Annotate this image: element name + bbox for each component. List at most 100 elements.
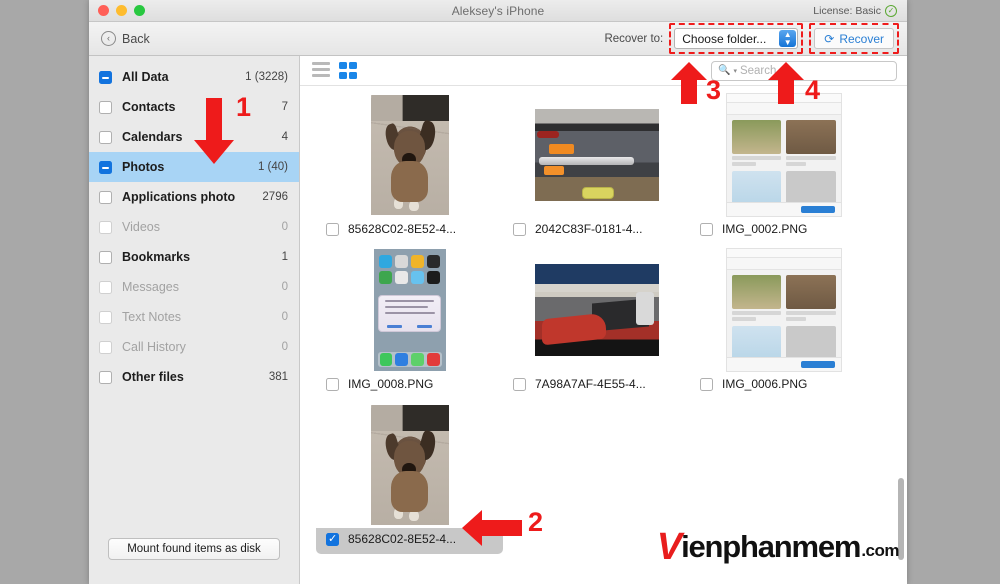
thumbnail-iphone-homescreen	[373, 249, 446, 371]
sidebar-item-count: 1 (40)	[257, 161, 288, 173]
file-thumbnail[interactable]	[316, 247, 503, 373]
watermark-name: ienphanmem	[681, 529, 861, 564]
sidebar-item-count: 0	[281, 341, 288, 353]
sidebar-item-other-files[interactable]: Other files 381	[89, 362, 299, 392]
sidebar-item-checkbox[interactable]	[99, 220, 112, 234]
recover-button[interactable]: ⟳ Recover	[814, 28, 894, 49]
content-pane: 🔍 ▾ 85628C02-8E52-4...2042C83F-0181-4...…	[300, 56, 907, 584]
sidebar-item-label: Text Notes	[122, 310, 182, 324]
sidebar-item-bookmarks[interactable]: Bookmarks 1	[89, 242, 299, 272]
chevron-left-circle-icon: ‹	[101, 31, 116, 46]
file-cell[interactable]: IMG_0006.PNG	[690, 247, 877, 397]
sidebar-item-label: All Data	[122, 70, 169, 84]
chevron-down-icon: ▾	[733, 67, 737, 75]
sidebar-item-checkbox[interactable]	[99, 190, 112, 204]
license-status[interactable]: License: Basic ✓	[813, 4, 897, 17]
sidebar-item-checkbox[interactable]	[99, 280, 112, 294]
sidebar-item-checkbox[interactable]	[99, 250, 112, 264]
sidebar-item-checkbox[interactable]	[99, 370, 112, 384]
back-button-label: Back	[122, 31, 150, 46]
sidebar-item-all-data[interactable]: All Data 1 (3228)	[89, 62, 299, 92]
sidebar-item-call-history[interactable]: Call History 0	[89, 332, 299, 362]
file-checkbox[interactable]	[513, 222, 526, 236]
file-grid-scroll: 85628C02-8E52-4... 2042C83F-0181-4... IMG_…	[300, 86, 907, 584]
sidebar-item-label: Call History	[122, 340, 186, 354]
recover-to-label: Recover to:	[604, 32, 664, 45]
file-checkbox[interactable]	[700, 222, 713, 236]
sidebar-item-checkbox[interactable]	[99, 130, 112, 144]
title-bar: Aleksey's iPhone License: Basic ✓	[89, 0, 907, 22]
file-cell[interactable]: IMG_0008.PNG	[316, 247, 503, 397]
file-caption: IMG_0006.PNG	[690, 373, 877, 397]
file-checkbox[interactable]	[326, 532, 339, 546]
sidebar-item-label: Videos	[122, 220, 160, 234]
file-thumbnail[interactable]	[690, 247, 877, 373]
sidebar-item-checkbox[interactable]	[99, 310, 112, 324]
refresh-icon: ⟳	[824, 31, 835, 46]
sidebar-item-videos[interactable]: Videos 0	[89, 212, 299, 242]
sidebar-item-applications-photo[interactable]: Applications photo 2796	[89, 182, 299, 212]
app-toolbar: ‹ Back Recover to: Choose folder... ▲ ▼ ⟳…	[89, 22, 907, 56]
choose-folder-dropdown[interactable]: Choose folder... ▲ ▼	[674, 28, 799, 49]
watermark: V ienphanmem .com	[656, 526, 900, 568]
sidebar-item-messages[interactable]: Messages 0	[89, 272, 299, 302]
file-cell[interactable]: 85628C02-8E52-4...	[316, 92, 503, 242]
back-button[interactable]: ‹ Back	[101, 31, 150, 46]
annotation-arrow-3	[671, 62, 707, 104]
file-caption: 85628C02-8E52-4...	[316, 218, 503, 242]
file-name: 85628C02-8E52-4...	[348, 222, 457, 236]
thumbnail-dog-photo	[370, 95, 449, 215]
check-circle-icon: ✓	[885, 4, 897, 17]
recover-button-label: Recover	[839, 31, 884, 46]
recover-button-highlight: ⟳ Recover	[809, 23, 899, 54]
sidebar-item-label: Other files	[122, 370, 184, 384]
file-checkbox[interactable]	[326, 377, 339, 391]
thumbnail-dog-photo	[370, 405, 449, 525]
file-thumbnail[interactable]	[503, 247, 690, 373]
sidebar-item-checkbox[interactable]	[99, 70, 112, 84]
file-checkbox[interactable]	[700, 377, 713, 391]
sidebar-item-count: 4	[281, 131, 288, 143]
sidebar-item-checkbox[interactable]	[99, 340, 112, 354]
sidebar-item-count: 2796	[262, 191, 288, 203]
sidebar-item-count: 1	[281, 251, 288, 263]
screen-root: Aleksey's iPhone License: Basic ✓ ‹ Back…	[0, 0, 1000, 584]
mount-button-area: Mount found items as disk	[89, 538, 299, 584]
annotation-number-2: 2	[528, 507, 544, 537]
file-caption: 7A98A7AF-4E55-4...	[503, 373, 690, 397]
file-cell[interactable]: 2042C83F-0181-4...	[503, 92, 690, 242]
file-name: IMG_0006.PNG	[722, 377, 808, 391]
file-checkbox[interactable]	[513, 377, 526, 391]
file-grid: 85628C02-8E52-4... 2042C83F-0181-4... IMG_…	[300, 92, 907, 559]
list-view-icon[interactable]	[312, 62, 330, 77]
file-thumbnail[interactable]	[690, 92, 877, 218]
file-name: 2042C83F-0181-4...	[535, 222, 643, 236]
file-thumbnail[interactable]	[316, 92, 503, 218]
sidebar-item-checkbox[interactable]	[99, 100, 112, 114]
choose-folder-highlight: Choose folder... ▲ ▼	[669, 23, 804, 54]
sidebar-item-checkbox[interactable]	[99, 160, 112, 174]
file-name: IMG_0008.PNG	[348, 377, 434, 391]
annotation-arrow-4	[768, 62, 804, 104]
annotation-number-4: 4	[805, 75, 821, 105]
sidebar-item-count: 7	[281, 101, 288, 113]
file-checkbox[interactable]	[326, 222, 339, 236]
sidebar-item-count: 381	[268, 371, 288, 383]
annotation-number-1: 1	[236, 92, 252, 122]
sidebar-item-label: Applications photo	[122, 190, 236, 204]
sidebar-item-label: Bookmarks	[122, 250, 191, 264]
annotation-number-3: 3	[706, 75, 722, 105]
annotation-arrow-1	[194, 98, 234, 164]
thumbnail-desk-photo	[534, 109, 659, 201]
sidebar-item-text-notes[interactable]: Text Notes 0	[89, 302, 299, 332]
sidebar-item-count: 0	[281, 311, 288, 323]
file-thumbnail[interactable]	[503, 92, 690, 218]
watermark-logo: V	[656, 526, 682, 568]
watermark-tld: .com	[861, 541, 899, 560]
mount-found-items-button[interactable]: Mount found items as disk	[108, 538, 280, 560]
grid-view-icon[interactable]	[339, 62, 357, 79]
file-cell[interactable]: IMG_0002.PNG	[690, 92, 877, 242]
file-cell[interactable]: 7A98A7AF-4E55-4...	[503, 247, 690, 397]
file-name: IMG_0002.PNG	[722, 222, 808, 236]
sidebar-item-count: 0	[281, 221, 288, 233]
